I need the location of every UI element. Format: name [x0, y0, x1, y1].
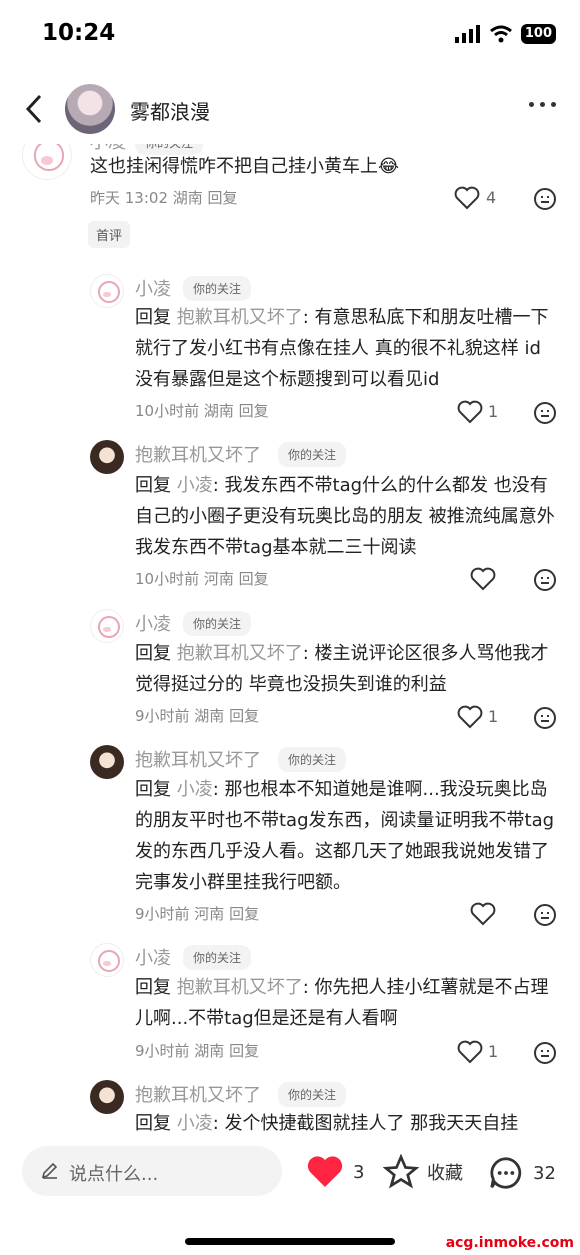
- first-comment-badge: 首评: [88, 221, 131, 248]
- heart-filled-icon: [307, 1156, 343, 1187]
- reply-avatar[interactable]: [90, 1080, 124, 1114]
- home-indicator: [185, 1238, 395, 1245]
- reply-target[interactable]: 抱歉耳机又坏了: [177, 643, 303, 664]
- comment-placeholder: 说点什么...: [69, 1164, 159, 1185]
- comment-input[interactable]: 说点什么...: [22, 1146, 282, 1196]
- comment-list: 小凌 你的关注 这也挂闲得慌咋不把自己挂小黄车上😂 昨天 13:02 湖南 回复…: [0, 144, 580, 1132]
- bottom-bar: 说点什么... 3 收藏 32: [0, 1132, 580, 1222]
- follow-tag: 你的关注: [183, 276, 252, 301]
- comment-avatar[interactable]: [22, 144, 72, 180]
- header: 雾都浪漫: [0, 74, 580, 144]
- emoji-icon[interactable]: [533, 568, 557, 592]
- reply-meta: 10小时前 湖南 回复: [135, 402, 269, 420]
- reply-text: 回复 小凌: 发个快捷截图就挂人了 那我天天自挂: [135, 1113, 519, 1132]
- reply-text: 回复 抱歉耳机又坏了: 有意思私底下和朋友吐槽一下就行了发小红书有点像在挂人 真…: [135, 307, 549, 390]
- favorite-button[interactable]: 收藏: [383, 1154, 463, 1190]
- like-count: 1: [488, 1042, 499, 1061]
- emoji-icon[interactable]: [533, 706, 557, 730]
- reply-text: 回复 抱歉耳机又坏了: 楼主说评论区很多人骂他我才觉得挺过分的 毕竟也没损失到谁…: [135, 643, 549, 695]
- heart-icon[interactable]: [457, 705, 483, 729]
- reply-avatar[interactable]: [90, 274, 124, 308]
- reply-avatar[interactable]: [90, 745, 124, 779]
- reply-target[interactable]: 抱歉耳机又坏了: [177, 977, 303, 998]
- like-count: 1: [488, 707, 499, 726]
- top-comment[interactable]: 小凌 你的关注 这也挂闲得慌咋不把自己挂小黄车上😂 昨天 13:02 湖南 回复…: [0, 144, 580, 270]
- reply-avatar[interactable]: [90, 440, 124, 474]
- author-avatar[interactable]: [65, 84, 115, 134]
- reply-avatar[interactable]: [90, 943, 124, 977]
- reply-meta: 9小时前 湖南 回复: [135, 707, 260, 725]
- emoji-icon[interactable]: [533, 401, 557, 425]
- reply-author[interactable]: 小凌: [135, 275, 171, 301]
- like-button[interactable]: 3: [305, 1154, 364, 1190]
- reply-author[interactable]: 小凌: [135, 944, 171, 970]
- reply-text: 回复 小凌: 我发东西不带tag什么的什么都发 也没有自己的小圈子更没有玩奥比岛…: [135, 475, 555, 558]
- author-name[interactable]: 雾都浪漫: [130, 96, 210, 125]
- reply-target[interactable]: 抱歉耳机又坏了: [177, 307, 303, 328]
- favorite-label: 收藏: [427, 1163, 463, 1184]
- reply-author[interactable]: 抱歉耳机又坏了: [135, 1081, 261, 1107]
- reply-text: 回复 小凌: 那也根本不知道她是谁啊...我没玩奥比岛的朋友平时也不带tag发东…: [135, 779, 555, 893]
- pencil-icon: [41, 1162, 58, 1179]
- heart-icon[interactable]: [457, 1040, 483, 1064]
- follow-tag: 你的关注: [278, 747, 347, 772]
- heart-icon[interactable]: [454, 186, 480, 210]
- follow-tag: 你的关注: [278, 1082, 347, 1107]
- watermark: acg.inmoke.com: [445, 1235, 574, 1251]
- battery-icon: 100: [520, 24, 556, 44]
- back-icon[interactable]: [20, 92, 50, 126]
- emoji-icon[interactable]: [533, 187, 557, 211]
- heart-icon[interactable]: [470, 567, 496, 591]
- heart-icon[interactable]: [470, 902, 496, 926]
- comment-bubble-icon: [490, 1157, 522, 1189]
- reply-target[interactable]: 小凌: [177, 779, 213, 800]
- like-count: 1: [488, 402, 499, 421]
- reply-meta: 10小时前 河南 回复: [135, 570, 269, 588]
- reply-meta: 9小时前 湖南 回复: [135, 1042, 260, 1060]
- status-time: 10:24: [42, 20, 116, 46]
- follow-tag: 你的关注: [183, 945, 252, 970]
- star-icon: [383, 1154, 419, 1189]
- more-icon[interactable]: [529, 102, 556, 107]
- comment-total: 32: [533, 1162, 556, 1184]
- follow-tag: 你的关注: [183, 611, 252, 636]
- comment-meta: 昨天 13:02 湖南 回复: [90, 189, 238, 207]
- like-total: 3: [353, 1161, 365, 1183]
- reply-target[interactable]: 小凌: [177, 475, 213, 496]
- like-count: 4: [486, 188, 497, 207]
- reply-avatar[interactable]: [90, 609, 124, 643]
- wifi-icon: [489, 25, 512, 43]
- status-icons: 100: [454, 24, 556, 44]
- reply-meta: 9小时前 河南 回复: [135, 905, 260, 923]
- emoji-icon[interactable]: [533, 903, 557, 927]
- reply-target[interactable]: 小凌: [177, 1113, 213, 1132]
- reply-text: 回复 抱歉耳机又坏了: 你先把人挂小红薯就是不占理儿啊...不带tag但是还是有…: [135, 977, 549, 1029]
- signal-icon: [454, 25, 480, 43]
- emoji-icon[interactable]: [533, 1041, 557, 1065]
- reply-author[interactable]: 抱歉耳机又坏了: [135, 441, 261, 467]
- follow-tag: 你的关注: [278, 442, 347, 467]
- status-bar: 10:24 100: [0, 0, 580, 70]
- comment-text: 这也挂闲得慌咋不把自己挂小黄车上😂: [90, 156, 400, 177]
- reply-author[interactable]: 抱歉耳机又坏了: [135, 746, 261, 772]
- comment-button[interactable]: 32: [487, 1154, 556, 1192]
- reply-author[interactable]: 小凌: [135, 610, 171, 636]
- heart-icon[interactable]: [457, 400, 483, 424]
